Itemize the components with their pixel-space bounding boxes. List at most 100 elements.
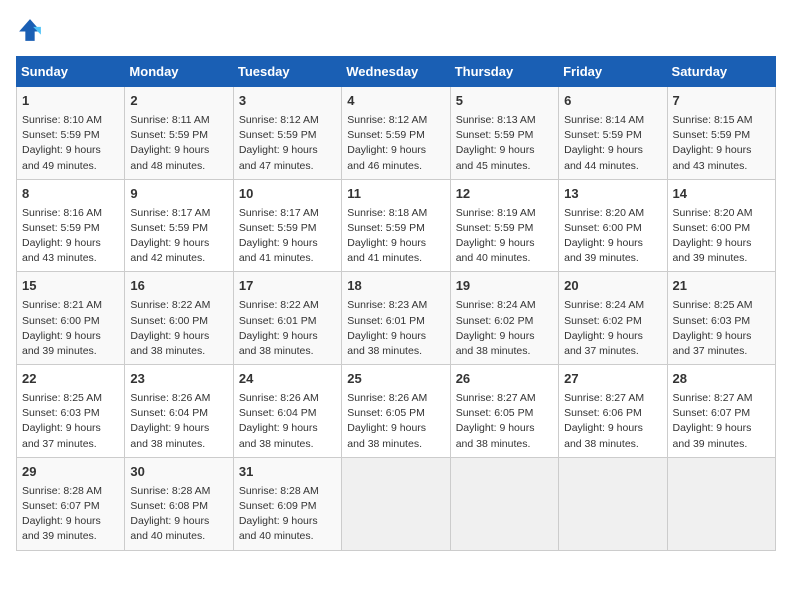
day-header-tuesday: Tuesday [233,57,341,87]
sunset-time: Sunset: 6:05 PM [456,407,534,419]
page-header [16,16,776,44]
calendar-day-20: 20Sunrise: 8:24 AMSunset: 6:02 PMDayligh… [559,272,667,365]
sunset-time: Sunset: 5:59 PM [239,222,317,234]
day-number: 4 [347,92,444,111]
empty-cell [667,457,775,550]
sunrise-time: Sunrise: 8:26 AM [130,392,210,404]
day-number: 15 [22,277,119,296]
day-number: 20 [564,277,661,296]
sunrise-time: Sunrise: 8:15 AM [673,114,753,126]
sunset-time: Sunset: 5:59 PM [130,222,208,234]
sunrise-time: Sunrise: 8:27 AM [564,392,644,404]
sunrise-time: Sunrise: 8:26 AM [347,392,427,404]
sunset-time: Sunset: 5:59 PM [130,129,208,141]
sunset-time: Sunset: 6:00 PM [130,315,208,327]
calendar-week-3: 15 Sunrise: 8:21 AM Sunset: 6:00 PM Dayligh… [17,272,776,365]
sunset-time: Sunset: 6:07 PM [673,407,751,419]
sunset-time: Sunset: 6:04 PM [130,407,208,419]
sunset-time: Sunset: 5:59 PM [347,129,425,141]
calendar-day-27: 27Sunrise: 8:27 AMSunset: 6:06 PMDayligh… [559,365,667,458]
daylight-hours: Daylight: 9 hours and 40 minutes. [239,515,318,542]
daylight-hours: Daylight: 9 hours and 38 minutes. [239,422,318,449]
calendar-day-5: 5Sunrise: 8:13 AMSunset: 5:59 PMDaylight… [450,87,558,180]
daylight-hours: Daylight: 9 hours and 37 minutes. [22,422,101,449]
calendar-day-6: 6Sunrise: 8:14 AMSunset: 5:59 PMDaylight… [559,87,667,180]
calendar-header-row: SundayMondayTuesdayWednesdayThursdayFrid… [17,57,776,87]
sunrise-time: Sunrise: 8:20 AM [673,207,753,219]
calendar-day-18: 18Sunrise: 8:23 AMSunset: 6:01 PMDayligh… [342,272,450,365]
day-number: 22 [22,370,119,389]
sunrise-time: Sunrise: 8:28 AM [22,485,102,497]
sunrise-time: Sunrise: 8:14 AM [564,114,644,126]
sunset-time: Sunset: 6:00 PM [673,222,751,234]
sunrise-time: Sunrise: 8:23 AM [347,299,427,311]
sunset-time: Sunset: 5:59 PM [239,129,317,141]
sunset-time: Sunset: 5:59 PM [22,129,100,141]
calendar-day-22: 22Sunrise: 8:25 AMSunset: 6:03 PMDayligh… [17,365,125,458]
day-number: 2 [130,92,227,111]
sunrise-time: Sunrise: 8:12 AM [347,114,427,126]
day-number: 31 [239,463,336,482]
daylight-hours: Daylight: 9 hours and 45 minutes. [456,144,535,171]
day-number: 5 [456,92,553,111]
sunset-time: Sunset: 6:01 PM [347,315,425,327]
sunrise-time: Sunrise: 8:27 AM [456,392,536,404]
calendar-day-26: 26Sunrise: 8:27 AMSunset: 6:05 PMDayligh… [450,365,558,458]
sunset-time: Sunset: 5:59 PM [22,222,100,234]
daylight-hours: Daylight: 9 hours and 38 minutes. [239,330,318,357]
day-number: 12 [456,185,553,204]
day-number: 17 [239,277,336,296]
calendar-day-24: 24Sunrise: 8:26 AMSunset: 6:04 PMDayligh… [233,365,341,458]
day-number: 23 [130,370,227,389]
day-header-sunday: Sunday [17,57,125,87]
sunset-time: Sunset: 5:59 PM [673,129,751,141]
day-number: 26 [456,370,553,389]
logo-icon [16,16,44,44]
daylight-hours: Daylight: 9 hours and 38 minutes. [456,330,535,357]
calendar-day-12: 12Sunrise: 8:19 AMSunset: 5:59 PMDayligh… [450,179,558,272]
sunset-time: Sunset: 6:07 PM [22,500,100,512]
calendar-day-13: 13Sunrise: 8:20 AMSunset: 6:00 PMDayligh… [559,179,667,272]
sunset-time: Sunset: 6:00 PM [22,315,100,327]
day-header-saturday: Saturday [667,57,775,87]
day-number: 19 [456,277,553,296]
sunrise-time: Sunrise: 8:16 AM [22,207,102,219]
calendar-day-28: 28Sunrise: 8:27 AMSunset: 6:07 PMDayligh… [667,365,775,458]
daylight-hours: Daylight: 9 hours and 48 minutes. [130,144,209,171]
day-number: 13 [564,185,661,204]
day-header-friday: Friday [559,57,667,87]
sunset-time: Sunset: 5:59 PM [347,222,425,234]
sunrise-time: Sunrise: 8:21 AM [22,299,102,311]
sunset-time: Sunset: 6:00 PM [564,222,642,234]
day-number: 6 [564,92,661,111]
day-number: 30 [130,463,227,482]
sunset-time: Sunset: 6:09 PM [239,500,317,512]
sunset-time: Sunset: 6:04 PM [239,407,317,419]
daylight-hours: Daylight: 9 hours and 47 minutes. [239,144,318,171]
daylight-hours: Daylight: 9 hours and 39 minutes. [22,515,101,542]
calendar-day-10: 10Sunrise: 8:17 AMSunset: 5:59 PMDayligh… [233,179,341,272]
empty-cell [342,457,450,550]
day-number: 3 [239,92,336,111]
day-number: 14 [673,185,770,204]
calendar-day-21: 21Sunrise: 8:25 AMSunset: 6:03 PMDayligh… [667,272,775,365]
sunrise-time: Sunrise: 8:27 AM [673,392,753,404]
daylight-hours: Daylight: 9 hours and 44 minutes. [564,144,643,171]
calendar-day-15: 15 Sunrise: 8:21 AM Sunset: 6:00 PM Dayligh… [17,272,125,365]
daylight-hours: Daylight: 9 hours and 41 minutes. [347,237,426,264]
sunrise-time: Sunrise: 8:22 AM [239,299,319,311]
calendar-day-2: 2 Sunrise: 8:11 AM Sunset: 5:59 PM Daylight… [125,87,233,180]
sunrise-time: Sunrise: 8:11 AM [130,114,209,126]
day-number: 18 [347,277,444,296]
day-number: 8 [22,185,119,204]
sunset-time: Sunset: 5:59 PM [456,222,534,234]
calendar-day-16: 16Sunrise: 8:22 AMSunset: 6:00 PMDayligh… [125,272,233,365]
day-number: 11 [347,185,444,204]
day-header-thursday: Thursday [450,57,558,87]
sunset-time: Sunset: 6:01 PM [239,315,317,327]
empty-cell [450,457,558,550]
calendar-day-23: 23Sunrise: 8:26 AMSunset: 6:04 PMDayligh… [125,365,233,458]
empty-cell [559,457,667,550]
daylight-hours: Daylight: 9 hours and 39 minutes. [22,330,101,357]
sunrise-time: Sunrise: 8:10 AM [22,114,102,126]
